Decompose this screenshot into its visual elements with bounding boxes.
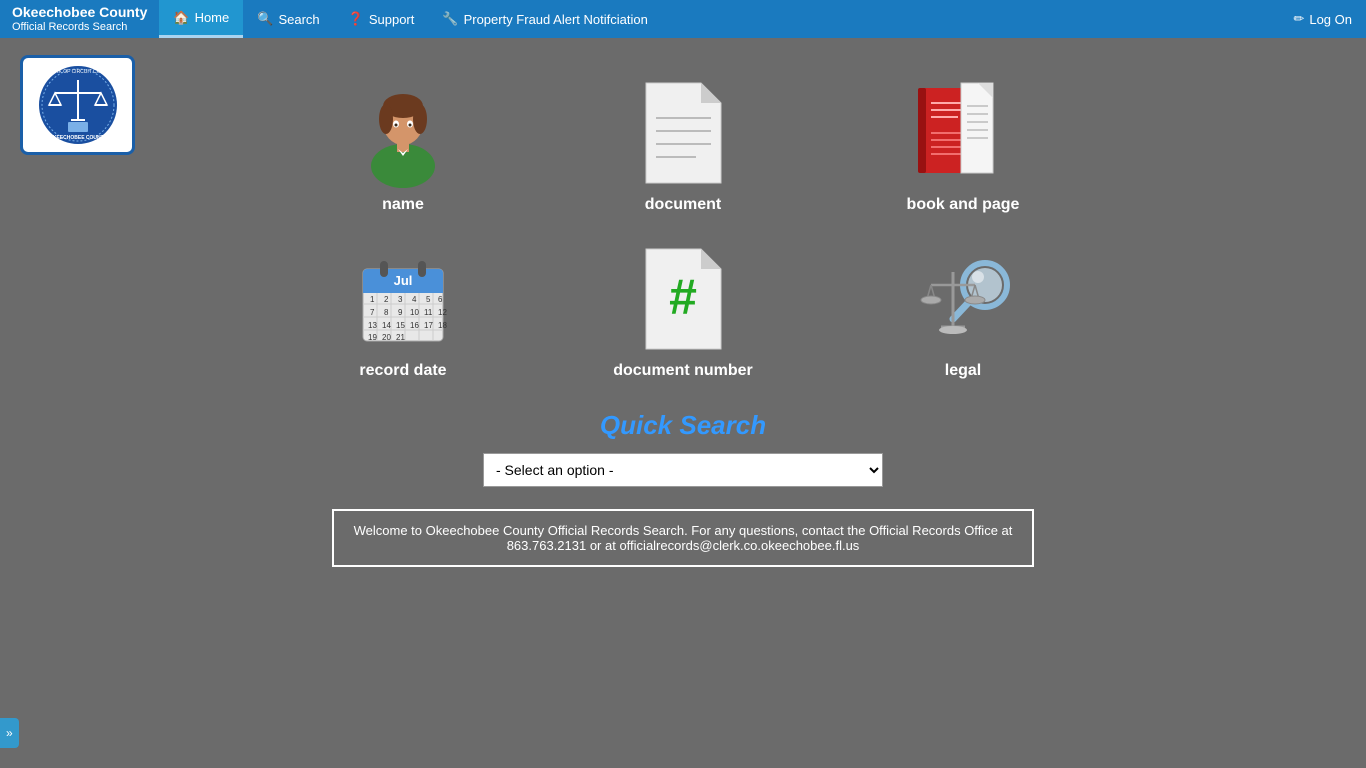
- svg-text:10: 10: [410, 308, 419, 317]
- search-option-document-number[interactable]: # document number: [573, 244, 793, 380]
- search-grid: name document: [293, 78, 1073, 380]
- svg-text:OKEECHOBEE COUNTY: OKEECHOBEE COUNTY: [48, 135, 107, 141]
- nav-fraud-label: Property Fraud Alert Notifciation: [464, 12, 648, 27]
- svg-text:18: 18: [438, 321, 447, 330]
- nav-home[interactable]: 🏠 Home: [159, 0, 243, 38]
- book-and-page-icon: [913, 78, 1013, 188]
- nav-support-label: Support: [369, 12, 415, 27]
- main-content: name document: [0, 48, 1366, 587]
- brand: Okeechobee County Official Records Searc…: [0, 0, 159, 38]
- nav-home-label: Home: [195, 10, 230, 25]
- search-option-document[interactable]: document: [573, 78, 793, 214]
- logo-container: OKEECHOBEE COUNTY CLERK OF CIRCUIT COURT: [20, 55, 135, 155]
- svg-text:2: 2: [384, 295, 389, 304]
- svg-text:7: 7: [370, 308, 375, 317]
- support-icon: ❓: [348, 11, 364, 27]
- svg-text:16: 16: [410, 321, 419, 330]
- svg-text:#: #: [669, 269, 697, 325]
- court-logo: OKEECHOBEE COUNTY CLERK OF CIRCUIT COURT: [20, 55, 135, 155]
- search-option-record-date[interactable]: Jul 1 2 3 4: [293, 244, 513, 380]
- svg-text:Jul: Jul: [394, 273, 413, 288]
- search-icon: 🔍: [257, 11, 273, 27]
- document-number-icon: #: [646, 249, 721, 349]
- record-date-icon-area: Jul 1 2 3 4: [353, 244, 453, 354]
- svg-text:13: 13: [368, 321, 377, 330]
- svg-text:1: 1: [370, 295, 375, 304]
- document-label: document: [645, 196, 721, 214]
- brand-title: Okeechobee County: [12, 4, 147, 21]
- quick-search-title: Quick Search: [600, 410, 766, 441]
- welcome-text-line1: Welcome to Okeechobee County Official Re…: [354, 523, 1013, 538]
- svg-text:21: 21: [396, 333, 405, 342]
- navbar: Okeechobee County Official Records Searc…: [0, 0, 1366, 38]
- search-option-name[interactable]: name: [293, 78, 513, 214]
- court-seal-svg: OKEECHOBEE COUNTY CLERK OF CIRCUIT COURT: [33, 65, 123, 145]
- legal-icon-area: [913, 244, 1013, 354]
- home-icon: 🏠: [173, 10, 189, 26]
- calendar-icon: Jul 1 2 3 4: [358, 249, 448, 349]
- svg-text:4: 4: [412, 295, 417, 304]
- svg-text:15: 15: [396, 321, 405, 330]
- nav-login[interactable]: ✏ Log On: [1279, 0, 1366, 38]
- search-option-legal[interactable]: legal: [853, 244, 1073, 380]
- record-date-label: record date: [359, 362, 446, 380]
- nav-search-label: Search: [278, 12, 319, 27]
- svg-text:6: 6: [438, 295, 443, 304]
- welcome-text-line2: 863.763.2131 or at officialrecords@clerk…: [507, 538, 860, 553]
- book-and-page-icon-area: [913, 78, 1013, 188]
- svg-text:17: 17: [424, 321, 433, 330]
- svg-text:9: 9: [398, 308, 403, 317]
- welcome-message: Welcome to Okeechobee County Official Re…: [332, 509, 1035, 567]
- nav-login-label: Log On: [1309, 12, 1352, 27]
- document-icon: [646, 83, 721, 183]
- svg-text:8: 8: [384, 308, 389, 317]
- book-and-page-label: book and page: [907, 196, 1020, 214]
- document-number-icon-area: #: [633, 244, 733, 354]
- quick-search-select[interactable]: - Select an option - Name Document Book …: [483, 453, 883, 487]
- document-number-label: document number: [613, 362, 753, 380]
- svg-text:14: 14: [382, 321, 391, 330]
- svg-text:3: 3: [398, 295, 403, 304]
- sidebar-tab-label: »: [6, 726, 13, 740]
- name-icon-area: [353, 78, 453, 188]
- search-option-book-and-page[interactable]: book and page: [853, 78, 1073, 214]
- login-icon: ✏: [1293, 11, 1304, 27]
- brand-subtitle: Official Records Search: [12, 21, 147, 34]
- nav-fraud[interactable]: 🔧 Property Fraud Alert Notifciation: [428, 0, 661, 38]
- quick-search-section: Quick Search - Select an option - Name D…: [20, 410, 1346, 567]
- svg-text:5: 5: [426, 295, 431, 304]
- legal-label: legal: [945, 362, 981, 380]
- svg-text:20: 20: [382, 333, 391, 342]
- svg-text:11: 11: [424, 308, 433, 317]
- person-icon: [358, 81, 448, 186]
- name-label: name: [382, 196, 424, 214]
- svg-text:19: 19: [368, 333, 377, 342]
- nav-search[interactable]: 🔍 Search: [243, 0, 333, 38]
- sidebar-tab[interactable]: »: [0, 718, 19, 748]
- fraud-icon: 🔧: [442, 11, 458, 27]
- legal-scales-icon: [913, 247, 1013, 352]
- document-icon-area: [633, 78, 733, 188]
- svg-text:CLERK OF CIRCUIT COURT: CLERK OF CIRCUIT COURT: [45, 69, 111, 75]
- nav-support[interactable]: ❓ Support: [334, 0, 429, 38]
- svg-text:12: 12: [438, 308, 447, 317]
